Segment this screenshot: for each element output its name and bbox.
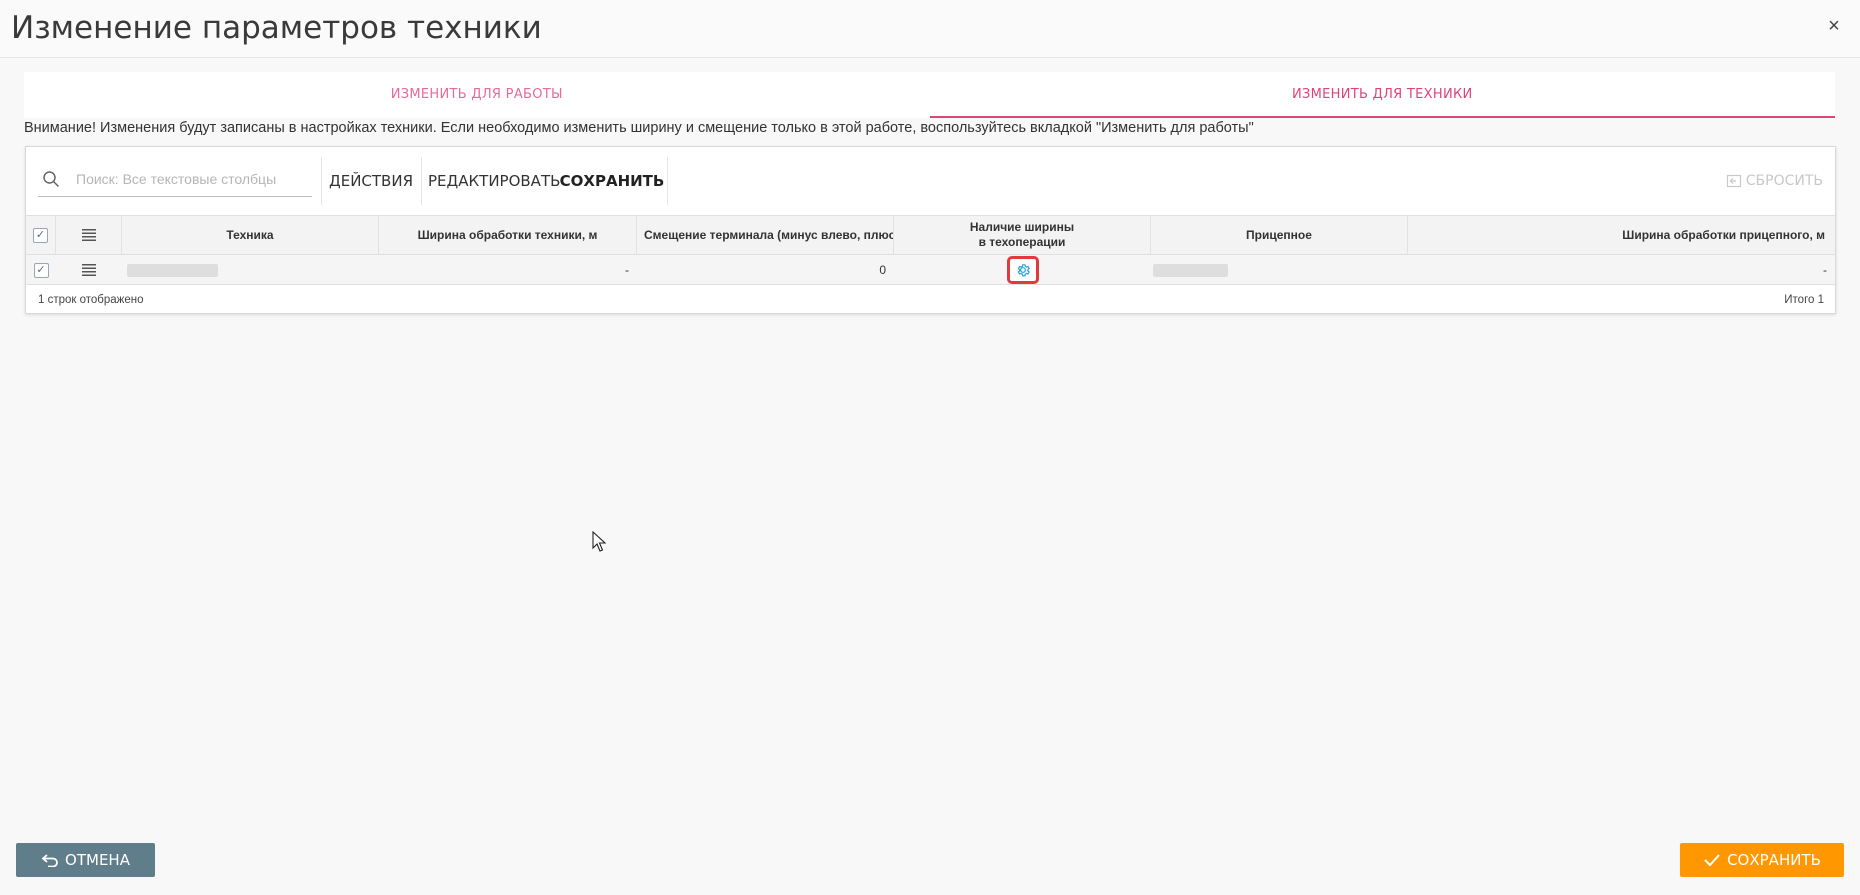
toolbar-divider <box>667 157 668 205</box>
dialog-title: Изменение параметров техники <box>11 10 542 46</box>
cancel-button[interactable]: ОТМЕНА <box>16 843 155 877</box>
search-input[interactable] <box>76 168 306 190</box>
table-footer: 1 строк отображено Итого 1 <box>26 285 1835 313</box>
warning-notice: Внимание! Изменения будут записаны в нас… <box>24 120 1254 136</box>
save-button[interactable]: СОХРАНИТЬ <box>1680 843 1844 877</box>
reset-button[interactable]: СБРОСИТЬ <box>1726 157 1823 205</box>
reset-label: СБРОСИТЬ <box>1745 173 1823 189</box>
actions-button[interactable]: ДЕЙСТВИЯ <box>326 157 416 205</box>
gear-highlight[interactable] <box>1006 256 1039 284</box>
cell-has-width <box>894 255 1151 285</box>
row-menu-cell <box>56 255 122 285</box>
column-header-has-width[interactable]: Наличие ширины в техоперации <box>894 216 1151 254</box>
cell-trailer-width: - <box>1823 263 1827 277</box>
edit-button[interactable]: РЕДАКТИРОВАТЬ <box>428 157 560 205</box>
redacted-technique <box>127 263 218 277</box>
select-all-cell: ✓ <box>26 216 56 254</box>
tab-change-for-technique[interactable]: ИЗМЕНИТЬ ДЛЯ ТЕХНИКИ <box>929 72 1835 118</box>
toolbar-save-button[interactable]: СОХРАНИТЬ <box>559 157 665 205</box>
cell-offset: 0 <box>879 263 886 277</box>
column-header-offset[interactable]: Смещение терминала (минус влево, плюс вп <box>637 216 894 254</box>
search-icon <box>43 171 59 187</box>
hamburger-icon[interactable] <box>82 264 96 276</box>
total-count: Итого 1 <box>1784 294 1824 306</box>
cell-trailer <box>1151 255 1408 285</box>
dialog-header: Изменение параметров техники × <box>0 0 1860 58</box>
cell-technique <box>122 255 379 285</box>
column-menu-cell <box>56 216 122 254</box>
save-label: СОХРАНИТЬ <box>1727 851 1821 869</box>
tab-change-for-work[interactable]: ИЗМЕНИТЬ ДЛЯ РАБОТЫ <box>24 72 930 118</box>
column-header-trailer[interactable]: Прицепное <box>1151 216 1408 254</box>
toolbar-divider <box>321 157 322 205</box>
table-header: ✓ Техника Ширина обработки техники, м См… <box>26 215 1835 255</box>
row-checkbox[interactable]: ✓ <box>33 262 49 278</box>
grid-toolbar: ДЕЙСТВИЯ РЕДАКТИРОВАТЬ СОХРАНИТЬ СБРОСИТ… <box>26 147 1835 215</box>
undo-icon <box>41 854 58 867</box>
select-all-checkbox[interactable]: ✓ <box>33 227 48 243</box>
close-icon[interactable]: × <box>1822 14 1846 38</box>
column-header-technique[interactable]: Техника <box>122 216 379 254</box>
gear-icon[interactable] <box>1015 262 1031 278</box>
row-select-cell: ✓ <box>26 255 56 285</box>
cell-width: - <box>625 263 629 277</box>
reset-icon <box>1726 174 1741 188</box>
tab-bar: ИЗМЕНИТЬ ДЛЯ РАБОТЫ ИЗМЕНИТЬ ДЛЯ ТЕХНИКИ <box>24 72 1835 118</box>
toolbar-divider <box>421 157 422 205</box>
redacted-trailer <box>1153 263 1228 277</box>
mouse-cursor-icon <box>592 531 606 552</box>
check-icon <box>1704 854 1720 867</box>
search-box <box>38 163 312 197</box>
column-header-width[interactable]: Ширина обработки техники, м <box>379 216 637 254</box>
column-header-trailer-width[interactable]: Ширина обработки прицепного, м <box>1408 216 1835 254</box>
rows-displayed-count: 1 строк отображено <box>38 294 144 306</box>
hamburger-icon[interactable] <box>81 229 96 241</box>
table-row[interactable]: ✓ - 0 - <box>26 255 1835 285</box>
data-grid: ДЕЙСТВИЯ РЕДАКТИРОВАТЬ СОХРАНИТЬ СБРОСИТ… <box>25 146 1836 314</box>
cancel-label: ОТМЕНА <box>65 851 130 869</box>
